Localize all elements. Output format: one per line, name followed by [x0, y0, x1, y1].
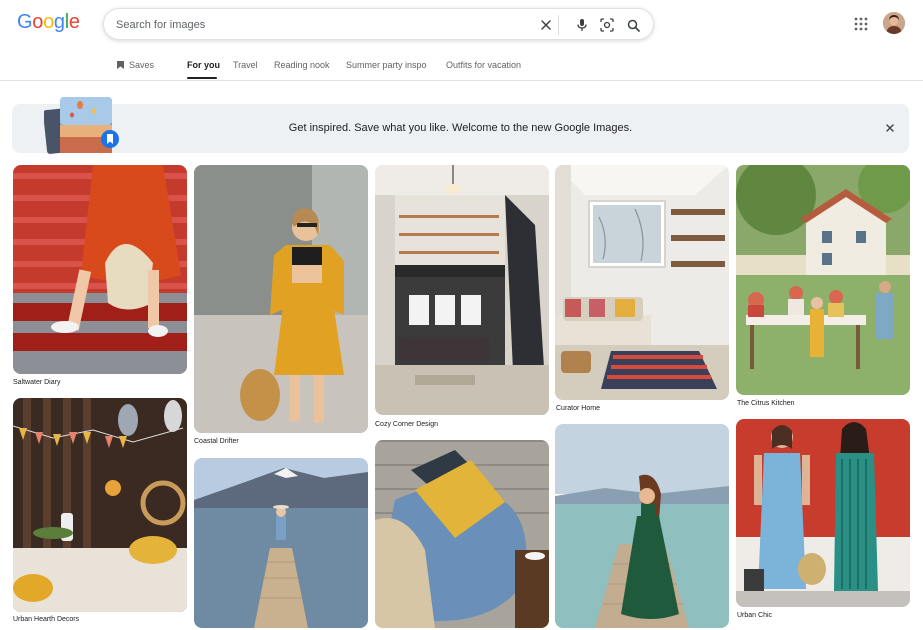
logo-letter: o: [32, 11, 44, 33]
image-caption: Coastal Drifter: [194, 438, 239, 445]
welcome-banner: Get inspired. Save what you like. Welcom…: [12, 104, 909, 153]
tab-summer-party-inspo[interactable]: Summer party inspo: [346, 60, 427, 70]
search-icon[interactable]: [624, 16, 642, 34]
image-caption: The Citrus Kitchen: [737, 400, 795, 407]
image-tile[interactable]: [375, 440, 549, 628]
search-input[interactable]: [116, 16, 516, 34]
image-caption: Saltwater Diary: [13, 379, 61, 386]
image-caption: Urban Hearth Decors: [13, 616, 80, 623]
banner-illustration: [43, 97, 124, 157]
image-caption: Urban Chic: [737, 612, 773, 619]
image-tile[interactable]: [555, 165, 729, 400]
active-tab-indicator: [187, 77, 217, 79]
logo-letter: e: [68, 11, 80, 33]
image-tile[interactable]: [736, 419, 910, 607]
microphone-icon[interactable]: [573, 16, 591, 34]
image-tile[interactable]: [13, 165, 187, 374]
image-caption: Curator Home: [556, 405, 600, 412]
camera-lens-icon[interactable]: [598, 16, 616, 34]
tab-travel[interactable]: Travel: [233, 60, 258, 70]
banner-text: Get inspired. Save what you like. Welcom…: [288, 122, 633, 134]
image-caption: Cozy Corner Design: [375, 421, 439, 428]
google-logo[interactable]: Google: [17, 11, 80, 34]
search-box: [103, 8, 654, 40]
search-divider: [558, 15, 559, 35]
image-tile[interactable]: [375, 165, 549, 415]
tab-reading-nook[interactable]: Reading nook: [274, 60, 330, 70]
image-tile[interactable]: [736, 165, 910, 395]
apps-grid-icon[interactable]: [853, 16, 869, 32]
top-bar: Google: [0, 0, 923, 50]
avatar[interactable]: [883, 12, 905, 34]
logo-letter: g: [53, 11, 65, 33]
bookmark-icon: [116, 60, 125, 72]
category-tabs: Saves For you Travel Reading nook Summer…: [0, 50, 923, 81]
tab-for-you[interactable]: For you: [187, 60, 220, 70]
image-tile[interactable]: [194, 458, 368, 628]
tab-saves[interactable]: Saves: [116, 60, 154, 72]
logo-letter: o: [43, 11, 54, 33]
logo-letter: G: [17, 11, 33, 33]
image-tile[interactable]: [194, 165, 368, 433]
tab-label: Saves: [129, 60, 155, 70]
clear-icon[interactable]: [537, 16, 555, 34]
image-tile[interactable]: [13, 398, 187, 612]
tab-outfits-for-vacation[interactable]: Outfits for vacation: [446, 60, 521, 70]
close-icon[interactable]: [883, 121, 897, 135]
image-tile[interactable]: [555, 424, 729, 628]
